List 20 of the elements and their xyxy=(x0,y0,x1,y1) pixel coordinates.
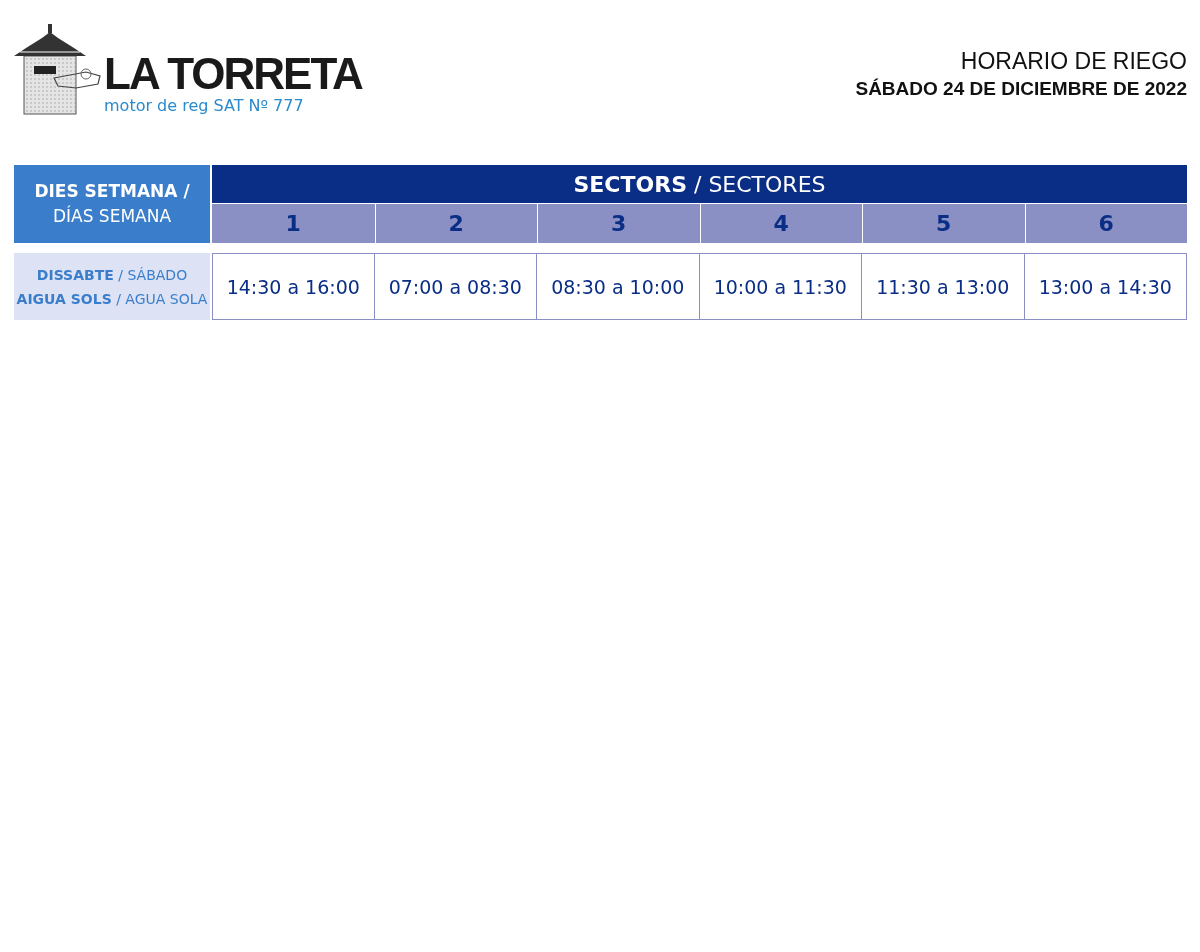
schedule-date: SÁBADO 24 DE DICIEMBRE DE 2022 xyxy=(855,77,1187,101)
column-header: 1 xyxy=(212,203,375,243)
column-header: DIES SETMANA / DÍAS SEMANA xyxy=(14,165,210,243)
page-title: HORARIO DE RIEGO xyxy=(959,47,1187,76)
group-header: SECTORS / SECTORES xyxy=(212,165,1187,203)
table-cell: 08:30 a 10:00 xyxy=(537,253,700,320)
logo-wordmark: LA TORRETA xyxy=(104,52,362,96)
table-cell: 13:00 a 14:30 xyxy=(1024,253,1187,320)
table-cell: 14:30 a 16:00 xyxy=(212,253,375,320)
row-label: DISSABTE / SÁBADO xyxy=(36,266,188,283)
column-header: 3 xyxy=(537,203,700,243)
row-label: AIGUA SOLS / AGUA SOLA xyxy=(16,290,208,307)
column-header: 2 xyxy=(374,203,537,243)
logo-tagline: motor de reg SAT Nº 777 xyxy=(104,96,305,116)
table-cell: 07:00 a 08:30 xyxy=(374,253,537,320)
table-cell: 11:30 a 13:00 xyxy=(862,253,1025,320)
column-header: 5 xyxy=(862,203,1025,243)
column-header: 4 xyxy=(699,203,862,243)
table-cell: 10:00 a 11:30 xyxy=(699,253,862,320)
column-header: 6 xyxy=(1024,203,1187,243)
